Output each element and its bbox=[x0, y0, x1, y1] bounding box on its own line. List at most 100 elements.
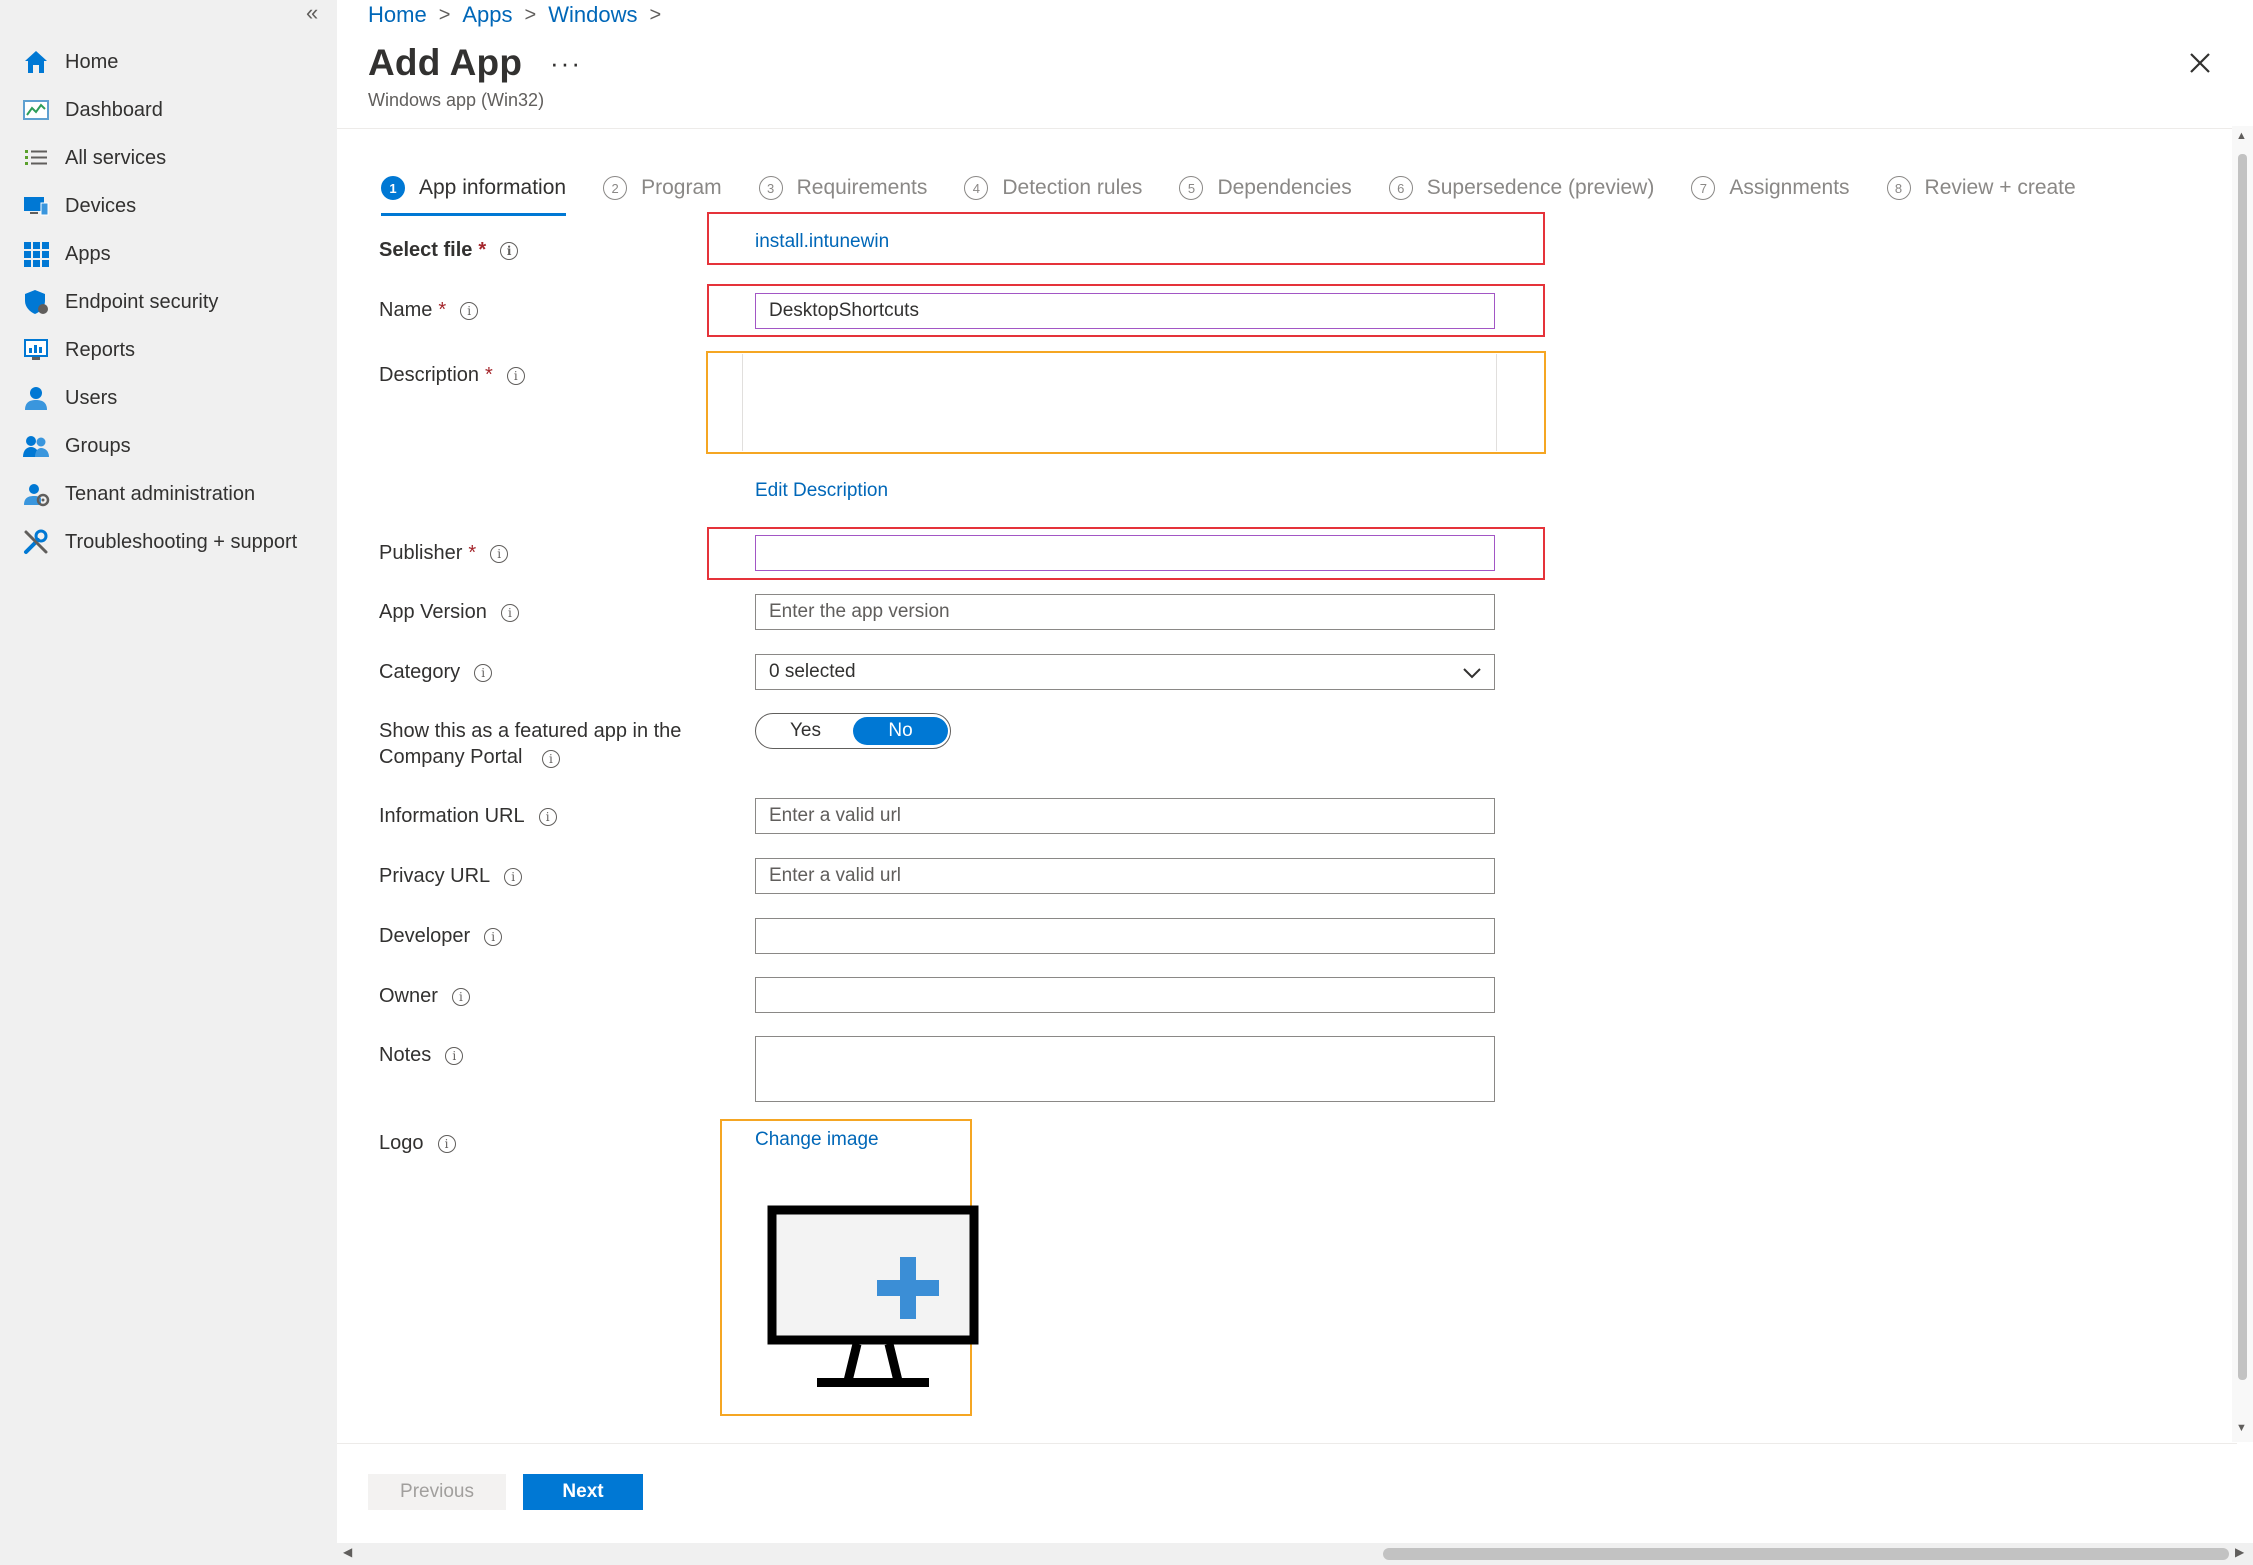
sidebar-item-dashboard[interactable]: Dashboard bbox=[22, 86, 322, 134]
scroll-right-icon[interactable]: ▶ bbox=[2235, 1545, 2244, 1559]
step-number: 5 bbox=[1179, 176, 1204, 200]
scroll-left-icon[interactable]: ◀ bbox=[343, 1545, 352, 1559]
info-icon[interactable]: i bbox=[538, 807, 557, 826]
featured-no-option[interactable]: No bbox=[853, 717, 948, 745]
tenant-gear-icon bbox=[22, 480, 50, 508]
tab-detection-rules[interactable]: 4 Detection rules bbox=[964, 168, 1142, 208]
info-icon[interactable]: i bbox=[445, 1046, 464, 1065]
scroll-thumb[interactable] bbox=[2238, 154, 2247, 1380]
info-icon[interactable]: i bbox=[474, 663, 493, 682]
home-icon bbox=[22, 48, 50, 76]
info-icon[interactable]: i bbox=[484, 927, 503, 946]
previous-button[interactable]: Previous bbox=[368, 1474, 506, 1510]
app-version-input[interactable]: Enter the app version bbox=[755, 594, 1495, 630]
more-options-icon[interactable]: ··· bbox=[550, 48, 582, 79]
info-icon[interactable]: i bbox=[451, 987, 470, 1006]
wizard-tabs: 1 App information 2 Program 3 Requiremen… bbox=[381, 168, 2113, 216]
info-icon[interactable]: i bbox=[500, 603, 519, 622]
notes-textarea[interactable] bbox=[755, 1036, 1495, 1102]
breadcrumb: Home > Apps > Windows > bbox=[368, 2, 673, 28]
list-icon bbox=[22, 144, 50, 172]
tab-app-information[interactable]: 1 App information bbox=[381, 168, 567, 216]
groups-icon bbox=[22, 432, 50, 460]
information-url-input[interactable]: Enter a valid url bbox=[755, 798, 1495, 834]
sidebar-item-label: Reports bbox=[65, 338, 136, 361]
tab-program[interactable]: 2 Program bbox=[603, 168, 722, 208]
privacy-url-input[interactable]: Enter a valid url bbox=[755, 858, 1495, 894]
next-button[interactable]: Next bbox=[523, 1474, 643, 1510]
sidebar-item-apps[interactable]: Apps bbox=[22, 230, 322, 278]
tab-label: Review + create bbox=[1924, 176, 2076, 199]
publisher-label: Publisher * i bbox=[379, 542, 509, 565]
tab-dependencies[interactable]: 5 Dependencies bbox=[1179, 168, 1352, 208]
sidebar-item-label: All services bbox=[65, 146, 167, 169]
scroll-down-icon[interactable]: ▼ bbox=[2236, 1422, 2247, 1434]
sidebar-item-reports[interactable]: Reports bbox=[22, 326, 322, 374]
sidebar-item-all-services[interactable]: All services bbox=[22, 134, 322, 182]
devices-icon bbox=[22, 192, 50, 220]
notes-label: Notes i bbox=[379, 1044, 464, 1067]
scroll-up-icon[interactable]: ▲ bbox=[2236, 130, 2247, 142]
reports-icon bbox=[22, 336, 50, 364]
category-dropdown[interactable]: 0 selected bbox=[755, 654, 1495, 690]
chevron-right-icon: > bbox=[524, 3, 537, 26]
change-image-link[interactable]: Change image bbox=[755, 1129, 879, 1151]
chevron-down-icon bbox=[1463, 668, 1481, 679]
info-icon[interactable]: i bbox=[460, 301, 479, 320]
step-number: 2 bbox=[603, 176, 628, 200]
tab-requirements[interactable]: 3 Requirements bbox=[758, 168, 927, 208]
info-icon[interactable]: i bbox=[504, 867, 523, 886]
info-icon[interactable]: i bbox=[506, 366, 525, 385]
name-input[interactable]: DesktopShortcuts bbox=[755, 293, 1495, 329]
vertical-scrollbar[interactable]: ▲ ▼ bbox=[2232, 126, 2253, 1442]
tab-supersedence[interactable]: 6 Supersedence (preview) bbox=[1388, 168, 1654, 208]
sidebar-item-home[interactable]: Home bbox=[22, 38, 322, 86]
sidebar-item-label: Users bbox=[65, 386, 118, 409]
tab-label: App information bbox=[419, 176, 567, 199]
collapse-sidebar-icon[interactable]: « bbox=[306, 0, 318, 26]
tab-label: Program bbox=[641, 176, 722, 199]
horizontal-scrollbar[interactable]: ◀ ▶ bbox=[337, 1543, 2253, 1565]
sidebar-item-users[interactable]: Users bbox=[22, 374, 322, 422]
sidebar-item-groups[interactable]: Groups bbox=[22, 422, 322, 470]
info-icon[interactable]: i bbox=[437, 1134, 456, 1153]
shield-icon bbox=[22, 288, 50, 316]
edit-description-link[interactable]: Edit Description bbox=[755, 480, 888, 502]
step-number: 1 bbox=[381, 176, 405, 200]
required-marker: * bbox=[478, 239, 487, 261]
tab-label: Detection rules bbox=[1002, 176, 1143, 199]
publisher-input[interactable] bbox=[755, 535, 1495, 571]
sidebar-item-tenant-administration[interactable]: Tenant administration bbox=[22, 470, 322, 518]
tools-icon bbox=[22, 528, 50, 556]
breadcrumb-home[interactable]: Home bbox=[368, 2, 427, 28]
scroll-thumb[interactable] bbox=[1383, 1548, 2229, 1560]
sidebar-item-label: Groups bbox=[65, 434, 131, 457]
info-icon[interactable]: i bbox=[500, 241, 519, 260]
tab-review-create[interactable]: 8 Review + create bbox=[1886, 168, 2076, 208]
featured-yes-option[interactable]: Yes bbox=[758, 717, 853, 745]
sidebar-item-endpoint-security[interactable]: Endpoint security bbox=[22, 278, 322, 326]
sidebar-item-devices[interactable]: Devices bbox=[22, 182, 322, 230]
select-file-link[interactable]: install.intunewin bbox=[755, 231, 889, 253]
chevron-right-icon: > bbox=[649, 3, 662, 26]
info-icon[interactable]: i bbox=[490, 544, 509, 563]
developer-input[interactable] bbox=[755, 918, 1495, 954]
page-subtitle: Windows app (Win32) bbox=[368, 90, 545, 110]
breadcrumb-apps[interactable]: Apps bbox=[462, 2, 512, 28]
owner-input[interactable] bbox=[755, 977, 1495, 1013]
close-icon[interactable] bbox=[2185, 48, 2215, 78]
info-icon[interactable]: i bbox=[541, 750, 560, 768]
app-version-label: App Version i bbox=[379, 601, 519, 624]
tab-assignments[interactable]: 7 Assignments bbox=[1691, 168, 1850, 208]
category-label: Category i bbox=[379, 661, 493, 684]
sidebar-item-troubleshooting[interactable]: Troubleshooting + support bbox=[22, 518, 322, 566]
step-number: 4 bbox=[964, 176, 989, 200]
featured-label: Show this as a featured app in the Compa… bbox=[379, 720, 682, 768]
required-marker: * bbox=[485, 364, 493, 386]
footer-divider bbox=[337, 1443, 2237, 1444]
description-editor[interactable] bbox=[742, 354, 1497, 451]
logo-label: Logo i bbox=[379, 1132, 456, 1155]
featured-toggle[interactable]: Yes No bbox=[755, 713, 951, 749]
breadcrumb-windows[interactable]: Windows bbox=[548, 2, 637, 28]
step-number: 6 bbox=[1388, 176, 1413, 200]
